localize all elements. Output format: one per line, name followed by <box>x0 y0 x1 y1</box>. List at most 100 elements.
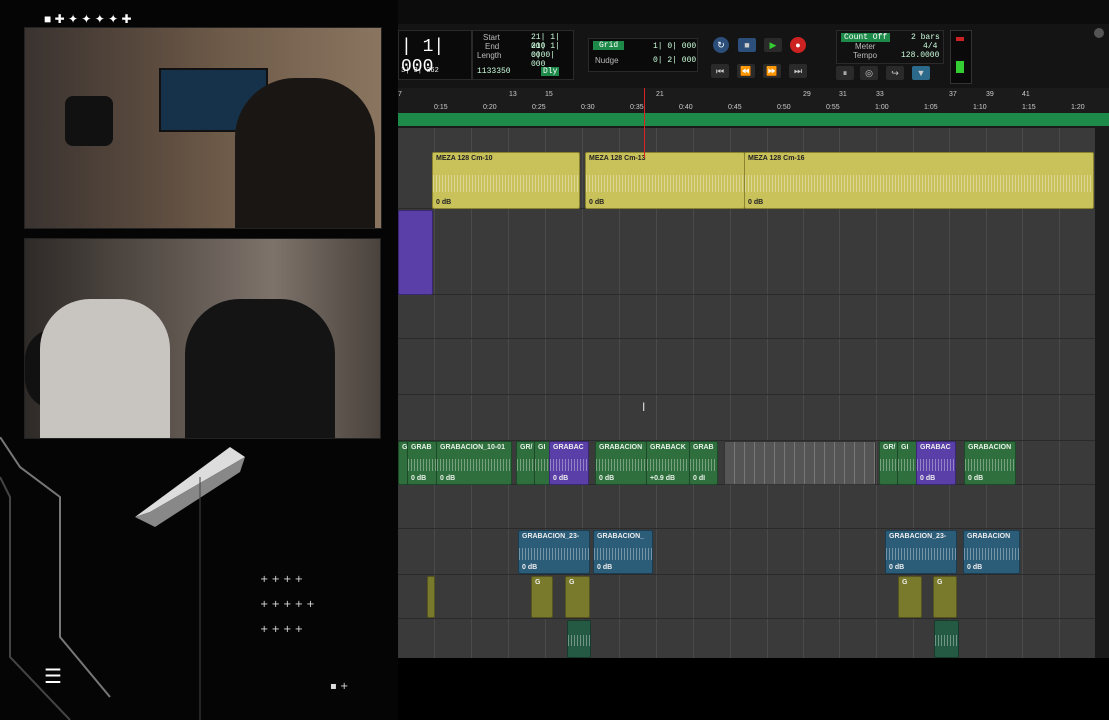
clip-gain: 0 dB <box>589 199 605 206</box>
audio-clip[interactable]: G <box>898 576 922 618</box>
stop-icon[interactable]: ■ <box>738 38 756 52</box>
audio-clip[interactable] <box>427 576 435 618</box>
bar-tick: 29 <box>803 91 811 98</box>
clip-name: G <box>902 579 908 586</box>
clip-gain: 0 dB <box>553 475 569 482</box>
audio-clip[interactable] <box>567 620 591 658</box>
clip-name: GRABACION <box>599 444 643 451</box>
clip-name: GRAB <box>411 444 432 451</box>
audio-clip[interactable]: MEZA 128 Cm-10 0 dB <box>432 152 580 209</box>
midi-merge-icon[interactable]: ⏸ <box>836 66 854 80</box>
wait-for-note-icon[interactable]: ◎ <box>860 66 878 80</box>
rewind-icon[interactable]: ⏪ <box>737 64 755 78</box>
empty-clip-group[interactable] <box>724 441 876 485</box>
bar-tick: 41 <box>1022 91 1030 98</box>
transport-bar: | 1| 000 3| 3| 362 Start End Length 21| … <box>398 24 1109 88</box>
audio-clip[interactable]: G <box>933 576 957 618</box>
clip-gain: 0 dB <box>597 564 613 571</box>
audio-clip[interactable]: GRABAC 0 dB <box>916 441 956 485</box>
samples-value: 1133350 <box>477 67 511 76</box>
meter-value[interactable]: 4/4 <box>923 42 937 51</box>
clip-gain: 0 dB <box>920 475 936 482</box>
tempo-value[interactable]: 128.0000 <box>901 51 939 60</box>
input-monitor-icon[interactable]: ↪ <box>886 66 904 80</box>
timeline-selection-bar[interactable] <box>398 113 1109 126</box>
svg-text:+ + + + +: + + + + + <box>260 599 315 610</box>
audio-clip[interactable]: GRABACION_23- 0 dB <box>518 530 590 574</box>
audio-clip[interactable] <box>934 620 959 658</box>
clip-name: MEZA 128 Cm-10 <box>436 155 493 162</box>
clip-gain: 0 dB <box>748 199 764 206</box>
grid-button[interactable]: Grid <box>593 41 625 50</box>
audio-clip[interactable]: GRABACION 0 dB <box>595 441 647 485</box>
start-label: Start <box>483 33 500 42</box>
bottom-bar <box>398 658 1109 720</box>
metronome-icon[interactable]: ▼ <box>912 66 930 80</box>
audio-clip[interactable]: GRABAC 0 dB <box>549 441 589 485</box>
clip-name: GRABACION_23- <box>889 533 947 540</box>
time-tick: 0:25 <box>532 104 546 111</box>
meter-tempo-display[interactable]: Count Off Meter Tempo 2 bars 4/4 128.000… <box>836 30 944 64</box>
person-silhouette <box>235 78 375 228</box>
audio-clip[interactable]: MEZA 128 Cm-13 0 dB <box>585 152 745 209</box>
clip-gain: +0.9 dB <box>650 475 676 482</box>
bar-tick: 33 <box>876 91 884 98</box>
return-to-start-icon[interactable]: ⏮ <box>711 64 729 78</box>
menu-icon: ☰ <box>44 666 62 688</box>
audio-clip[interactable]: GR/ <box>879 441 898 485</box>
time-tick: 0:15 <box>434 104 448 111</box>
clip-gain: 0 dB <box>440 475 456 482</box>
clip-gain: 0 dB <box>411 475 427 482</box>
record-icon[interactable]: ● <box>790 37 806 53</box>
time-tick: 0:20 <box>483 104 497 111</box>
audio-clip[interactable]: MEZA 128 Cm-16 0 dB <box>744 152 1094 209</box>
audio-clip[interactable]: GI <box>897 441 917 485</box>
vertical-scrollbar[interactable] <box>1095 128 1109 658</box>
audio-clip[interactable]: GI <box>534 441 550 485</box>
play-icon[interactable]: ▶ <box>764 38 782 52</box>
bar-tick: 39 <box>986 91 994 98</box>
loop-icon[interactable]: ↻ <box>713 37 729 53</box>
time-tick: 1:10 <box>973 104 987 111</box>
grid-nudge-display[interactable]: Grid 1| 0| 000 Nudge 0| 2| 000 <box>588 38 698 72</box>
time-tick: 0:40 <box>679 104 693 111</box>
playhead[interactable] <box>644 88 645 158</box>
clip-name: GRABACK <box>650 444 686 451</box>
person-silhouette <box>185 299 335 438</box>
audio-clip[interactable]: GRABACION_10-01 0 dB <box>436 441 512 485</box>
clip-name: G <box>569 579 575 586</box>
go-to-end-icon[interactable]: ⏭ <box>789 64 807 78</box>
tracks-area[interactable]: MEZA 128 Cm-10 0 dB MEZA 128 Cm-13 0 dB ME… <box>398 128 1095 658</box>
time-tick: 0:50 <box>777 104 791 111</box>
selection-display[interactable]: Start End Length 21| 1| 000 21| 1| 000 0… <box>472 30 574 80</box>
audio-clip[interactable]: G <box>565 576 590 618</box>
audio-clip[interactable]: GRABACION_23- 0 dB <box>885 530 957 574</box>
clip-name: G <box>535 579 541 586</box>
fast-forward-icon[interactable]: ⏩ <box>763 64 781 78</box>
clip-name: GRABAC <box>920 444 951 451</box>
text-cursor-icon: I <box>642 400 646 414</box>
audio-clip[interactable]: GRABACION 0 dB <box>964 441 1016 485</box>
time-tick: 1:15 <box>1022 104 1036 111</box>
nudge-value[interactable]: 0| 2| 000 <box>653 56 696 65</box>
audio-clip[interactable] <box>398 210 433 295</box>
sub-counter: 3| 3| 362 <box>401 67 439 75</box>
audio-clip[interactable]: GRABACION_ 0 dB <box>593 530 653 574</box>
clip-name: GRABACION <box>968 444 1012 451</box>
options-icon[interactable] <box>1094 28 1104 38</box>
bar-tick: 21 <box>656 91 664 98</box>
main-counter[interactable]: | 1| 000 3| 3| 362 <box>398 30 472 80</box>
grid-value[interactable]: 1| 0| 000 <box>653 42 696 51</box>
audio-clip[interactable]: GRABACK +0.9 dB <box>646 441 690 485</box>
length-label: Length <box>477 51 502 60</box>
audio-clip[interactable]: G <box>531 576 553 618</box>
clip-name: GRABACION_10-01 <box>440 444 505 451</box>
delay-button[interactable]: Dly <box>541 67 560 76</box>
webcam-feed-bottom <box>24 238 381 439</box>
audio-clip[interactable]: GRAB 0 dI <box>689 441 718 485</box>
clip-name: MEZA 128 Cm-13 <box>589 155 646 162</box>
count-off-button[interactable]: Count Off <box>841 33 891 42</box>
audio-clip[interactable]: GR/ <box>516 441 535 485</box>
audio-clip[interactable]: GRAB 0 dB <box>407 441 437 485</box>
audio-clip[interactable]: GRABACION 0 dB <box>963 530 1020 574</box>
